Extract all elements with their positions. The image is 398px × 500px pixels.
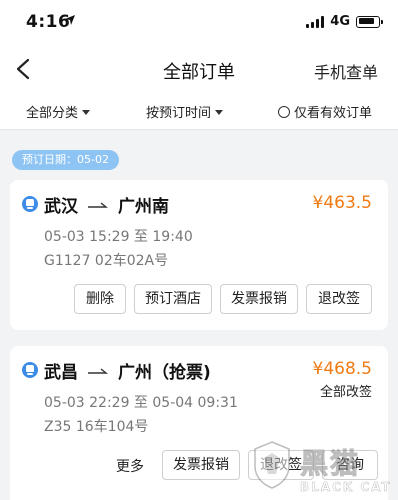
sort-filter[interactable]: 按预订时间 <box>146 102 224 121</box>
travel-times: 05-03 15:29 至 19:40 <box>44 229 193 245</box>
order-price: ¥463.5 <box>312 193 372 213</box>
sort-filter-label: 按预订时间 <box>146 106 212 121</box>
to-station: 广州南 <box>118 197 169 217</box>
invoice-button[interactable]: 发票报销 <box>220 284 298 314</box>
travel-times: 05-03 22:29 至 05-04 09:31 <box>44 395 238 411</box>
valid-only-toggle[interactable]: 仅看有效订单 <box>278 102 372 121</box>
valid-only-label: 仅看有效订单 <box>294 106 373 121</box>
train-icon <box>22 196 38 212</box>
train-icon <box>22 362 38 378</box>
refund-change-button[interactable]: 退改签 <box>306 284 372 314</box>
arrow-right-icon <box>88 367 108 374</box>
more-button[interactable]: 更多 <box>116 456 144 476</box>
to-station: 广州（抢票) <box>118 363 211 383</box>
status-bar: 4:16 4G <box>0 0 398 44</box>
seat-info: Z35 16车104号 <box>44 419 149 435</box>
watermark: 黑猫 BLACK CAT <box>252 440 398 500</box>
filter-bar: 全部分类 按预订时间 仅看有效订单 <box>0 94 398 130</box>
status-indicators: 4G <box>306 14 383 29</box>
category-filter-label: 全部分类 <box>26 106 79 121</box>
route: 武昌 广州（抢票) <box>44 358 211 383</box>
category-filter[interactable]: 全部分类 <box>26 102 91 121</box>
network-type: 4G <box>330 14 350 29</box>
order-card[interactable]: 武汉 广州南 ¥463.5 05-03 15:29 至 19:40 G1127 … <box>10 180 388 330</box>
seat-info: G1127 02车02A号 <box>44 253 169 269</box>
invoice-button[interactable]: 发票报销 <box>162 450 240 480</box>
book-hotel-button[interactable]: 预订酒店 <box>134 284 212 314</box>
signal-icon <box>306 15 325 28</box>
route: 武汉 广州南 <box>44 192 169 217</box>
radio-icon <box>278 105 290 118</box>
order-price: ¥468.5 <box>312 359 372 379</box>
black-cat-shield-icon <box>254 441 290 489</box>
from-station: 武汉 <box>44 197 78 217</box>
caret-down-icon <box>82 109 91 115</box>
nav-bar: 全部订单 手机查单 <box>0 44 398 94</box>
delete-button[interactable]: 删除 <box>74 284 126 314</box>
battery-icon <box>356 15 383 28</box>
watermark-sub: BLACK CAT <box>300 480 392 495</box>
phone-query-button[interactable]: 手机查单 <box>314 59 378 83</box>
order-status: 全部改签 <box>319 385 372 400</box>
from-station: 武昌 <box>44 363 78 383</box>
watermark-main: 黑猫 <box>299 447 361 481</box>
date-group-badge: 预订日期：05-02 <box>12 150 119 170</box>
arrow-right-icon <box>88 201 108 208</box>
location-arrow-icon <box>65 15 75 25</box>
caret-down-icon <box>215 109 224 115</box>
